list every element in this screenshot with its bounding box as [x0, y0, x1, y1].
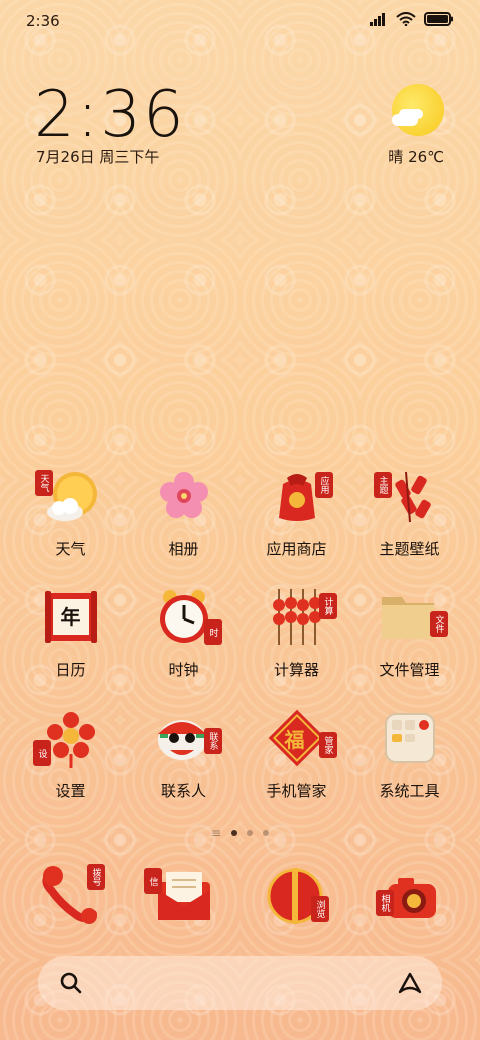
clock-widget-date: 7月26日 周三下午 [36, 148, 160, 166]
seal-stamp: 计算 [318, 593, 337, 619]
app-themes[interactable]: 主题 主题壁纸 [353, 462, 466, 559]
seal-stamp: 天气 [34, 470, 53, 496]
calendar-icon: 年 [37, 583, 105, 651]
gallery-icon [150, 462, 218, 530]
file-manager-icon: 文件 [376, 583, 448, 651]
dock-browser[interactable]: 浏览 [240, 860, 353, 932]
app-label: 系统工具 [379, 782, 440, 800]
app-label: 计算器 [273, 661, 319, 679]
status-time: 2:36 [26, 12, 60, 30]
app-label: 时钟 [168, 661, 199, 679]
seal-stamp: 联系 [203, 728, 222, 754]
seal-stamp: 主题 [373, 472, 392, 498]
page-dot [247, 830, 254, 836]
seal-stamp: 信 [143, 868, 162, 894]
app-label: 相册 [168, 540, 199, 558]
page-indicator[interactable]: ≡ [0, 826, 480, 840]
status-icons [370, 12, 454, 26]
app-system-tools[interactable]: 系统工具 [353, 704, 466, 801]
search-icon[interactable] [58, 970, 84, 996]
messages-icon: 信 [143, 860, 220, 932]
seal-stamp: 时 [203, 619, 222, 645]
page-dot [263, 830, 270, 836]
app-store[interactable]: 应用 应用商店 [240, 462, 353, 559]
wifi-icon [396, 12, 416, 26]
app-weather[interactable]: 天气 天气 [14, 462, 127, 559]
seal-stamp: 设 [32, 740, 51, 766]
calculator-icon: 计算 [263, 583, 337, 651]
app-security[interactable]: 福 管家 手机管家 [240, 704, 353, 801]
browser-icon: 浏览 [261, 860, 333, 932]
assistant-icon[interactable] [396, 970, 424, 996]
battery-icon [424, 12, 453, 26]
sun-cloud-icon[interactable] [392, 84, 444, 136]
system-tools-icon [376, 704, 444, 772]
dock-camera[interactable]: 相机 [353, 860, 466, 932]
app-label: 设置 [55, 782, 86, 800]
app-calculator[interactable]: 计算 计算器 [240, 583, 353, 680]
security-glyph: 福 [284, 728, 305, 752]
app-label: 手机管家 [266, 782, 327, 800]
app-file-manager[interactable]: 文件 文件管理 [353, 583, 466, 680]
dock-phone[interactable]: 拨号 [14, 860, 127, 932]
menu-lines-icon: ≡ [210, 826, 222, 840]
app-grid: 天气 天气 相册 应用 应用商店 主题 主题壁纸 年 日历 时 时钟 计算 计算… [14, 462, 466, 801]
app-clock[interactable]: 时 时钟 [127, 583, 240, 680]
seal-stamp: 浏览 [310, 896, 329, 922]
weather-icon: 天气 [34, 462, 105, 530]
dock: 拨号 信 浏览 相机 [14, 860, 466, 932]
signal-icon [370, 13, 385, 26]
app-label: 文件管理 [379, 661, 440, 679]
camera-icon: 相机 [374, 860, 446, 932]
app-label: 应用商店 [266, 540, 327, 558]
settings-icon: 设 [32, 704, 105, 772]
contacts-icon: 联系 [150, 704, 222, 772]
app-label: 日历 [55, 661, 86, 679]
seal-stamp: 拨号 [86, 864, 105, 890]
seal-stamp: 应用 [314, 472, 333, 498]
weather-widget-text: 晴 26℃ [388, 148, 444, 166]
app-label: 天气 [55, 540, 86, 558]
seal-stamp: 文件 [429, 611, 448, 637]
cloud-icon [392, 114, 418, 126]
clock-icon: 时 [150, 583, 222, 651]
themes-icon: 主题 [373, 462, 444, 530]
app-settings[interactable]: 设 设置 [14, 704, 127, 801]
phone-icon: 拨号 [35, 860, 107, 932]
status-bar: 2:36 [0, 0, 480, 40]
calendar-glyph: 年 [60, 605, 81, 629]
app-gallery[interactable]: 相册 [127, 462, 240, 559]
search-bar[interactable] [38, 956, 442, 1010]
clock-widget-time[interactable]: 2:36 [34, 78, 186, 152]
seal-stamp: 相机 [375, 890, 394, 916]
page-dot-active [231, 830, 238, 836]
app-store-icon: 应用 [263, 462, 333, 530]
app-label: 联系人 [160, 782, 206, 800]
dock-messages[interactable]: 信 [127, 860, 240, 932]
app-label: 主题壁纸 [379, 540, 440, 558]
app-calendar[interactable]: 年 日历 [14, 583, 127, 680]
security-icon: 福 管家 [263, 704, 337, 772]
seal-stamp: 管家 [318, 732, 337, 758]
app-contacts[interactable]: 联系 联系人 [127, 704, 240, 801]
